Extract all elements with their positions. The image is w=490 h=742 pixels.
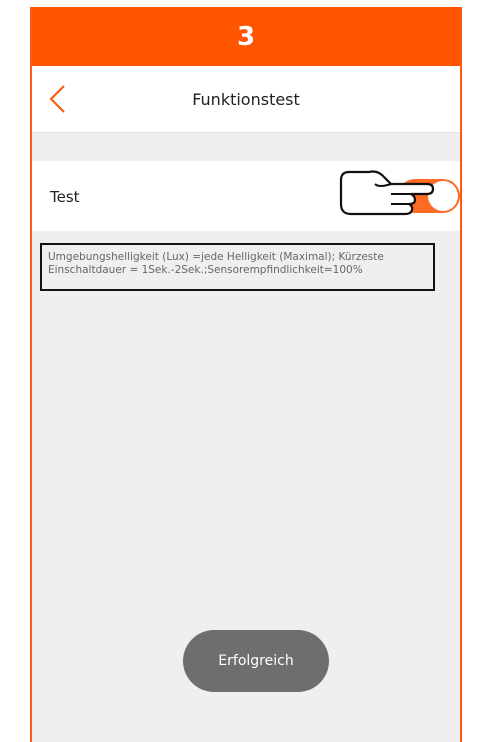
info-line-2: Einschaltdauer = 1Sek.-2Sek.;Sensorempfi… [48,264,363,276]
step-banner: 3 [32,7,460,66]
info-box: Umgebungshelligkeit (Lux) =jede Helligke… [40,243,435,291]
info-line-1: Umgebungshelligkeit (Lux) =jede Helligke… [48,251,384,263]
test-label: Test [50,188,80,206]
chevron-left-icon[interactable] [46,84,70,114]
step-number: 3 [236,21,256,52]
success-toast: Erfolgreich [183,630,329,692]
page-title: Funktionstest [192,89,300,109]
pointing-hand-icon [339,170,435,216]
test-row: Test [32,161,460,231]
phone-screen: 3 Funktionstest Test Umgebungshelligkeit… [30,7,462,742]
header-bar: Funktionstest [32,66,460,133]
